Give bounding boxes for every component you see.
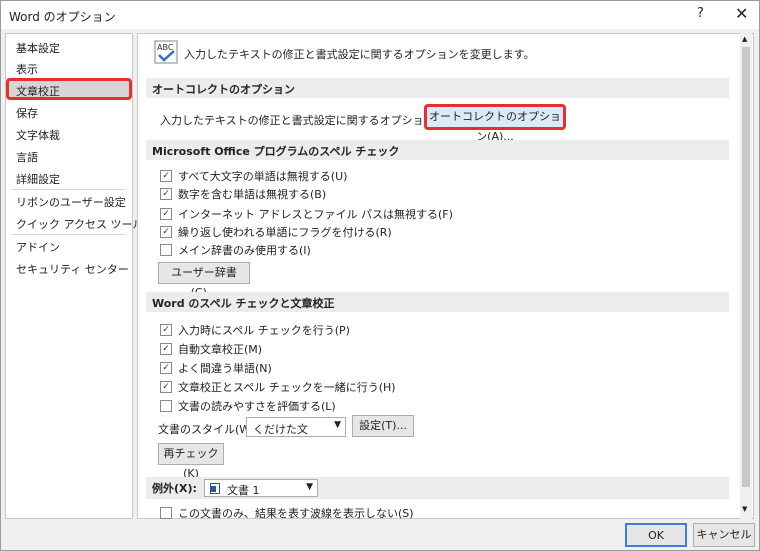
sidebar-item-save[interactable]: 保存 <box>16 105 38 121</box>
cancel-button[interactable]: キャンセル <box>693 523 755 547</box>
vertical-scrollbar[interactable]: ▲ ▼ <box>740 33 752 519</box>
checkbox-box[interactable] <box>160 400 172 412</box>
help-icon[interactable]: ? <box>697 6 704 21</box>
checkbox-frequently-confused-words[interactable]: ✓ よく間違う単語(N) <box>160 360 272 376</box>
sidebar-item-display[interactable]: 表示 <box>16 61 38 77</box>
checkbox-box[interactable] <box>160 507 172 519</box>
main-panel: ABC 入力したテキストの修正と書式設定に関するオプションを変更します。 オート… <box>137 33 754 521</box>
autocorrect-options-button[interactable]: オートコレクトのオプション(A)... <box>424 104 566 143</box>
checkbox-label: インターネット アドレスとファイル パスは無視する(F) <box>178 208 453 221</box>
word-options-dialog: Word のオプション ? ✕ 基本設定 表示 文章校正 保存 文字体裁 言語 … <box>0 0 760 551</box>
checkbox-box[interactable]: ✓ <box>160 343 172 355</box>
title-bar: Word のオプション ? ✕ <box>1 1 759 29</box>
sidebar-item-addins[interactable]: アドイン <box>16 239 60 255</box>
chevron-down-icon: ▼ <box>334 420 341 430</box>
section-office-spelling: Microsoft Office プログラムのスペル チェック <box>146 140 729 160</box>
sidebar-item-typography[interactable]: 文字体裁 <box>16 127 60 143</box>
section-title: Word のスペル チェックと文章校正 <box>152 297 335 310</box>
section-word-proofing: Word のスペル チェックと文章校正 <box>146 292 729 312</box>
sidebar-divider <box>12 189 126 190</box>
checkbox-box[interactable]: ✓ <box>160 170 172 182</box>
header-description: 入力したテキストの修正と書式設定に関するオプションを変更します。 <box>184 48 535 61</box>
sidebar-item-language[interactable]: 言語 <box>16 149 38 165</box>
exceptions-label: 例外(X): <box>152 482 197 495</box>
checkbox-ignore-numbers[interactable]: ✓ 数字を含む単語は無視する(B) <box>160 186 326 202</box>
checkbox-hide-spelling-errors[interactable]: この文書のみ、結果を表す波線を表示しない(S) <box>160 505 414 521</box>
checkbox-grammar-with-spelling[interactable]: ✓ 文章校正とスペル チェックを一緒に行う(H) <box>160 379 396 395</box>
writing-style-dropdown[interactable]: くだけた文 ▼ <box>246 417 346 437</box>
section-title: Microsoft Office プログラムのスペル チェック <box>152 145 400 158</box>
writing-style-label: 文書のスタイル(W): <box>158 423 259 436</box>
checkbox-main-dictionary-only[interactable]: メイン辞書のみ使用する(I) <box>160 242 311 258</box>
checkbox-box[interactable]: ✓ <box>160 188 172 200</box>
writing-style-value: くだけた文 <box>253 423 308 436</box>
scrollbar-thumb[interactable] <box>742 47 750 487</box>
exceptions-document-dropdown[interactable]: 文書 1 ▼ <box>204 479 318 497</box>
checkbox-label: 文章校正とスペル チェックを一緒に行う(H) <box>178 381 396 394</box>
checkbox-box[interactable]: ✓ <box>160 381 172 393</box>
scroll-up-icon[interactable]: ▲ <box>742 35 747 43</box>
scroll-down-icon[interactable]: ▼ <box>742 505 747 513</box>
section-autocorrect: オートコレクトのオプション <box>146 78 729 98</box>
sidebar-divider <box>12 234 126 235</box>
checkbox-ignore-uppercase[interactable]: ✓ すべて大文字の単語は無視する(U) <box>160 168 347 184</box>
settings-button[interactable]: 設定(T)... <box>352 415 414 437</box>
ok-button[interactable]: OK <box>625 523 687 547</box>
checkbox-label: この文書のみ、結果を表す波線を表示しない(S) <box>178 507 414 520</box>
checkbox-label: メイン辞書のみ使用する(I) <box>178 244 311 257</box>
checkbox-label: 入力時にスペル チェックを行う(P) <box>178 324 350 337</box>
word-document-icon <box>210 483 220 494</box>
checkbox-box[interactable]: ✓ <box>160 208 172 220</box>
sidebar-item-customize-ribbon[interactable]: リボンのユーザー設定 <box>16 194 126 210</box>
checkbox-label: 繰り返し使われる単語にフラグを付ける(R) <box>178 226 392 239</box>
section-title: オートコレクトのオプション <box>152 83 295 96</box>
sidebar-item-trust-center[interactable]: セキュリティ センター <box>16 261 129 277</box>
checkbox-box[interactable]: ✓ <box>160 362 172 374</box>
checkbox-ignore-urls[interactable]: ✓ インターネット アドレスとファイル パスは無視する(F) <box>160 206 453 222</box>
svg-text:ABC: ABC <box>157 43 174 52</box>
sidebar-item-proofing[interactable]: 文章校正 <box>16 83 60 99</box>
checkbox-box[interactable]: ✓ <box>160 226 172 238</box>
exceptions-document-value: 文書 1 <box>227 484 260 497</box>
close-icon[interactable]: ✕ <box>735 4 748 23</box>
checkbox-readability-stats[interactable]: 文書の読みやすさを評価する(L) <box>160 398 336 414</box>
sidebar: 基本設定 表示 文章校正 保存 文字体裁 言語 詳細設定 リボンのユーザー設定 … <box>5 33 169 519</box>
checkbox-check-spelling-as-type[interactable]: ✓ 入力時にスペル チェックを行う(P) <box>160 322 350 338</box>
checkbox-label: 文書の読みやすさを評価する(L) <box>178 400 336 413</box>
checkbox-label: すべて大文字の単語は無視する(U) <box>178 170 348 183</box>
sidebar-item-general[interactable]: 基本設定 <box>16 40 60 56</box>
recheck-document-button[interactable]: 再チェック(K) <box>158 443 224 480</box>
checkbox-box[interactable] <box>160 244 172 256</box>
sidebar-item-advanced[interactable]: 詳細設定 <box>16 171 60 187</box>
window-title: Word のオプション <box>9 10 116 24</box>
checkbox-box[interactable]: ✓ <box>160 324 172 336</box>
checkbox-auto-grammar[interactable]: ✓ 自動文章校正(M) <box>160 341 262 357</box>
checkbox-label: 自動文章校正(M) <box>178 343 263 356</box>
checkbox-flag-repeated[interactable]: ✓ 繰り返し使われる単語にフラグを付ける(R) <box>160 224 392 240</box>
custom-dictionaries-button[interactable]: ユーザー辞書(C)... <box>158 262 250 299</box>
checkbox-label: 数字を含む単語は無視する(B) <box>178 188 327 201</box>
chevron-down-icon: ▼ <box>306 482 313 492</box>
abc-check-icon: ABC <box>154 40 178 64</box>
checkbox-label: よく間違う単語(N) <box>178 362 272 375</box>
